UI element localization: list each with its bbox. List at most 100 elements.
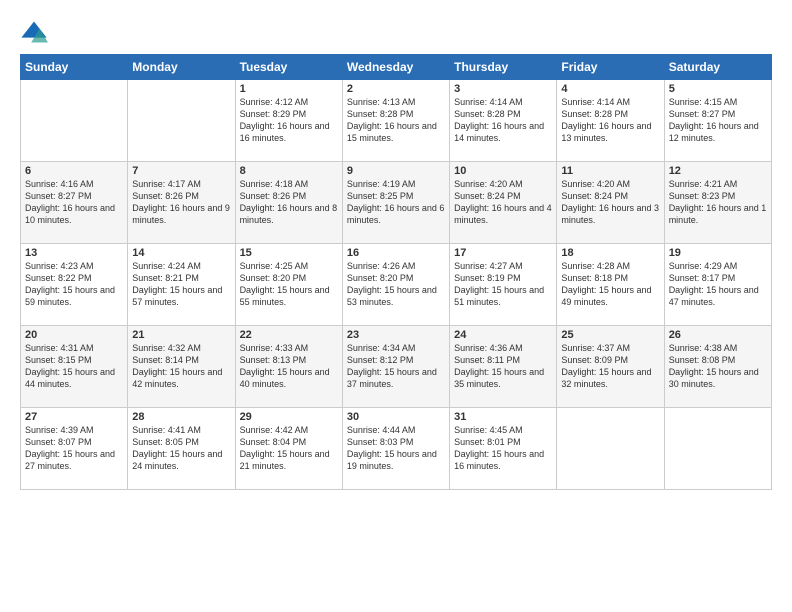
calendar-cell: 28Sunrise: 4:41 AMSunset: 8:05 PMDayligh… [128,408,235,490]
day-number: 25 [561,329,659,341]
calendar-cell: 4Sunrise: 4:14 AMSunset: 8:28 PMDaylight… [557,80,664,162]
day-info: Sunrise: 4:15 AMSunset: 8:27 PMDaylight:… [669,96,767,145]
calendar-cell: 9Sunrise: 4:19 AMSunset: 8:25 PMDaylight… [342,162,449,244]
day-number: 7 [132,165,230,177]
day-number: 31 [454,411,552,423]
calendar-cell: 18Sunrise: 4:28 AMSunset: 8:18 PMDayligh… [557,244,664,326]
weekday-header-monday: Monday [128,55,235,80]
day-info: Sunrise: 4:16 AMSunset: 8:27 PMDaylight:… [25,178,123,227]
calendar-cell: 7Sunrise: 4:17 AMSunset: 8:26 PMDaylight… [128,162,235,244]
day-info: Sunrise: 4:12 AMSunset: 8:29 PMDaylight:… [240,96,338,145]
day-number: 20 [25,329,123,341]
calendar-week-4: 20Sunrise: 4:31 AMSunset: 8:15 PMDayligh… [21,326,772,408]
day-info: Sunrise: 4:38 AMSunset: 8:08 PMDaylight:… [669,342,767,391]
day-info: Sunrise: 4:28 AMSunset: 8:18 PMDaylight:… [561,260,659,309]
day-number: 8 [240,165,338,177]
day-info: Sunrise: 4:17 AMSunset: 8:26 PMDaylight:… [132,178,230,227]
day-number: 13 [25,247,123,259]
calendar-table: SundayMondayTuesdayWednesdayThursdayFrid… [20,54,772,490]
day-info: Sunrise: 4:25 AMSunset: 8:20 PMDaylight:… [240,260,338,309]
day-info: Sunrise: 4:19 AMSunset: 8:25 PMDaylight:… [347,178,445,227]
day-number: 21 [132,329,230,341]
calendar-cell: 27Sunrise: 4:39 AMSunset: 8:07 PMDayligh… [21,408,128,490]
weekday-header-sunday: Sunday [21,55,128,80]
calendar-cell: 3Sunrise: 4:14 AMSunset: 8:28 PMDaylight… [450,80,557,162]
logo [20,18,52,46]
day-info: Sunrise: 4:45 AMSunset: 8:01 PMDaylight:… [454,424,552,473]
day-info: Sunrise: 4:18 AMSunset: 8:26 PMDaylight:… [240,178,338,227]
calendar-cell: 31Sunrise: 4:45 AMSunset: 8:01 PMDayligh… [450,408,557,490]
day-info: Sunrise: 4:21 AMSunset: 8:23 PMDaylight:… [669,178,767,227]
header [20,18,772,46]
day-number: 14 [132,247,230,259]
day-info: Sunrise: 4:13 AMSunset: 8:28 PMDaylight:… [347,96,445,145]
day-number: 15 [240,247,338,259]
calendar-cell: 20Sunrise: 4:31 AMSunset: 8:15 PMDayligh… [21,326,128,408]
day-info: Sunrise: 4:34 AMSunset: 8:12 PMDaylight:… [347,342,445,391]
calendar-cell: 26Sunrise: 4:38 AMSunset: 8:08 PMDayligh… [664,326,771,408]
weekday-header-wednesday: Wednesday [342,55,449,80]
day-number: 18 [561,247,659,259]
calendar-cell: 25Sunrise: 4:37 AMSunset: 8:09 PMDayligh… [557,326,664,408]
day-number: 3 [454,83,552,95]
calendar-week-5: 27Sunrise: 4:39 AMSunset: 8:07 PMDayligh… [21,408,772,490]
day-number: 5 [669,83,767,95]
day-info: Sunrise: 4:39 AMSunset: 8:07 PMDaylight:… [25,424,123,473]
day-info: Sunrise: 4:32 AMSunset: 8:14 PMDaylight:… [132,342,230,391]
day-number: 28 [132,411,230,423]
day-number: 16 [347,247,445,259]
day-info: Sunrise: 4:24 AMSunset: 8:21 PMDaylight:… [132,260,230,309]
calendar-cell: 2Sunrise: 4:13 AMSunset: 8:28 PMDaylight… [342,80,449,162]
calendar-cell: 13Sunrise: 4:23 AMSunset: 8:22 PMDayligh… [21,244,128,326]
calendar-cell: 29Sunrise: 4:42 AMSunset: 8:04 PMDayligh… [235,408,342,490]
calendar-cell [664,408,771,490]
weekday-header-tuesday: Tuesday [235,55,342,80]
day-info: Sunrise: 4:26 AMSunset: 8:20 PMDaylight:… [347,260,445,309]
logo-icon [20,18,48,46]
day-info: Sunrise: 4:42 AMSunset: 8:04 PMDaylight:… [240,424,338,473]
calendar-cell: 21Sunrise: 4:32 AMSunset: 8:14 PMDayligh… [128,326,235,408]
calendar-cell: 5Sunrise: 4:15 AMSunset: 8:27 PMDaylight… [664,80,771,162]
day-number: 10 [454,165,552,177]
day-info: Sunrise: 4:20 AMSunset: 8:24 PMDaylight:… [454,178,552,227]
calendar-cell: 12Sunrise: 4:21 AMSunset: 8:23 PMDayligh… [664,162,771,244]
weekday-header-saturday: Saturday [664,55,771,80]
day-number: 30 [347,411,445,423]
day-number: 19 [669,247,767,259]
day-number: 22 [240,329,338,341]
weekday-header-thursday: Thursday [450,55,557,80]
day-info: Sunrise: 4:31 AMSunset: 8:15 PMDaylight:… [25,342,123,391]
day-number: 27 [25,411,123,423]
day-info: Sunrise: 4:27 AMSunset: 8:19 PMDaylight:… [454,260,552,309]
calendar-cell: 30Sunrise: 4:44 AMSunset: 8:03 PMDayligh… [342,408,449,490]
calendar-cell: 24Sunrise: 4:36 AMSunset: 8:11 PMDayligh… [450,326,557,408]
calendar-cell: 23Sunrise: 4:34 AMSunset: 8:12 PMDayligh… [342,326,449,408]
calendar-cell: 14Sunrise: 4:24 AMSunset: 8:21 PMDayligh… [128,244,235,326]
calendar-week-1: 1Sunrise: 4:12 AMSunset: 8:29 PMDaylight… [21,80,772,162]
day-info: Sunrise: 4:14 AMSunset: 8:28 PMDaylight:… [454,96,552,145]
day-info: Sunrise: 4:33 AMSunset: 8:13 PMDaylight:… [240,342,338,391]
day-info: Sunrise: 4:23 AMSunset: 8:22 PMDaylight:… [25,260,123,309]
calendar-cell: 6Sunrise: 4:16 AMSunset: 8:27 PMDaylight… [21,162,128,244]
day-info: Sunrise: 4:37 AMSunset: 8:09 PMDaylight:… [561,342,659,391]
day-number: 17 [454,247,552,259]
page: SundayMondayTuesdayWednesdayThursdayFrid… [0,0,792,612]
day-number: 1 [240,83,338,95]
day-info: Sunrise: 4:14 AMSunset: 8:28 PMDaylight:… [561,96,659,145]
day-info: Sunrise: 4:29 AMSunset: 8:17 PMDaylight:… [669,260,767,309]
calendar-cell: 22Sunrise: 4:33 AMSunset: 8:13 PMDayligh… [235,326,342,408]
calendar-week-2: 6Sunrise: 4:16 AMSunset: 8:27 PMDaylight… [21,162,772,244]
calendar-cell [557,408,664,490]
calendar-week-3: 13Sunrise: 4:23 AMSunset: 8:22 PMDayligh… [21,244,772,326]
day-info: Sunrise: 4:44 AMSunset: 8:03 PMDaylight:… [347,424,445,473]
day-number: 6 [25,165,123,177]
calendar-cell: 10Sunrise: 4:20 AMSunset: 8:24 PMDayligh… [450,162,557,244]
calendar-cell: 15Sunrise: 4:25 AMSunset: 8:20 PMDayligh… [235,244,342,326]
calendar-cell: 19Sunrise: 4:29 AMSunset: 8:17 PMDayligh… [664,244,771,326]
calendar-cell [21,80,128,162]
day-info: Sunrise: 4:20 AMSunset: 8:24 PMDaylight:… [561,178,659,227]
day-number: 29 [240,411,338,423]
day-number: 26 [669,329,767,341]
day-number: 12 [669,165,767,177]
calendar-cell [128,80,235,162]
